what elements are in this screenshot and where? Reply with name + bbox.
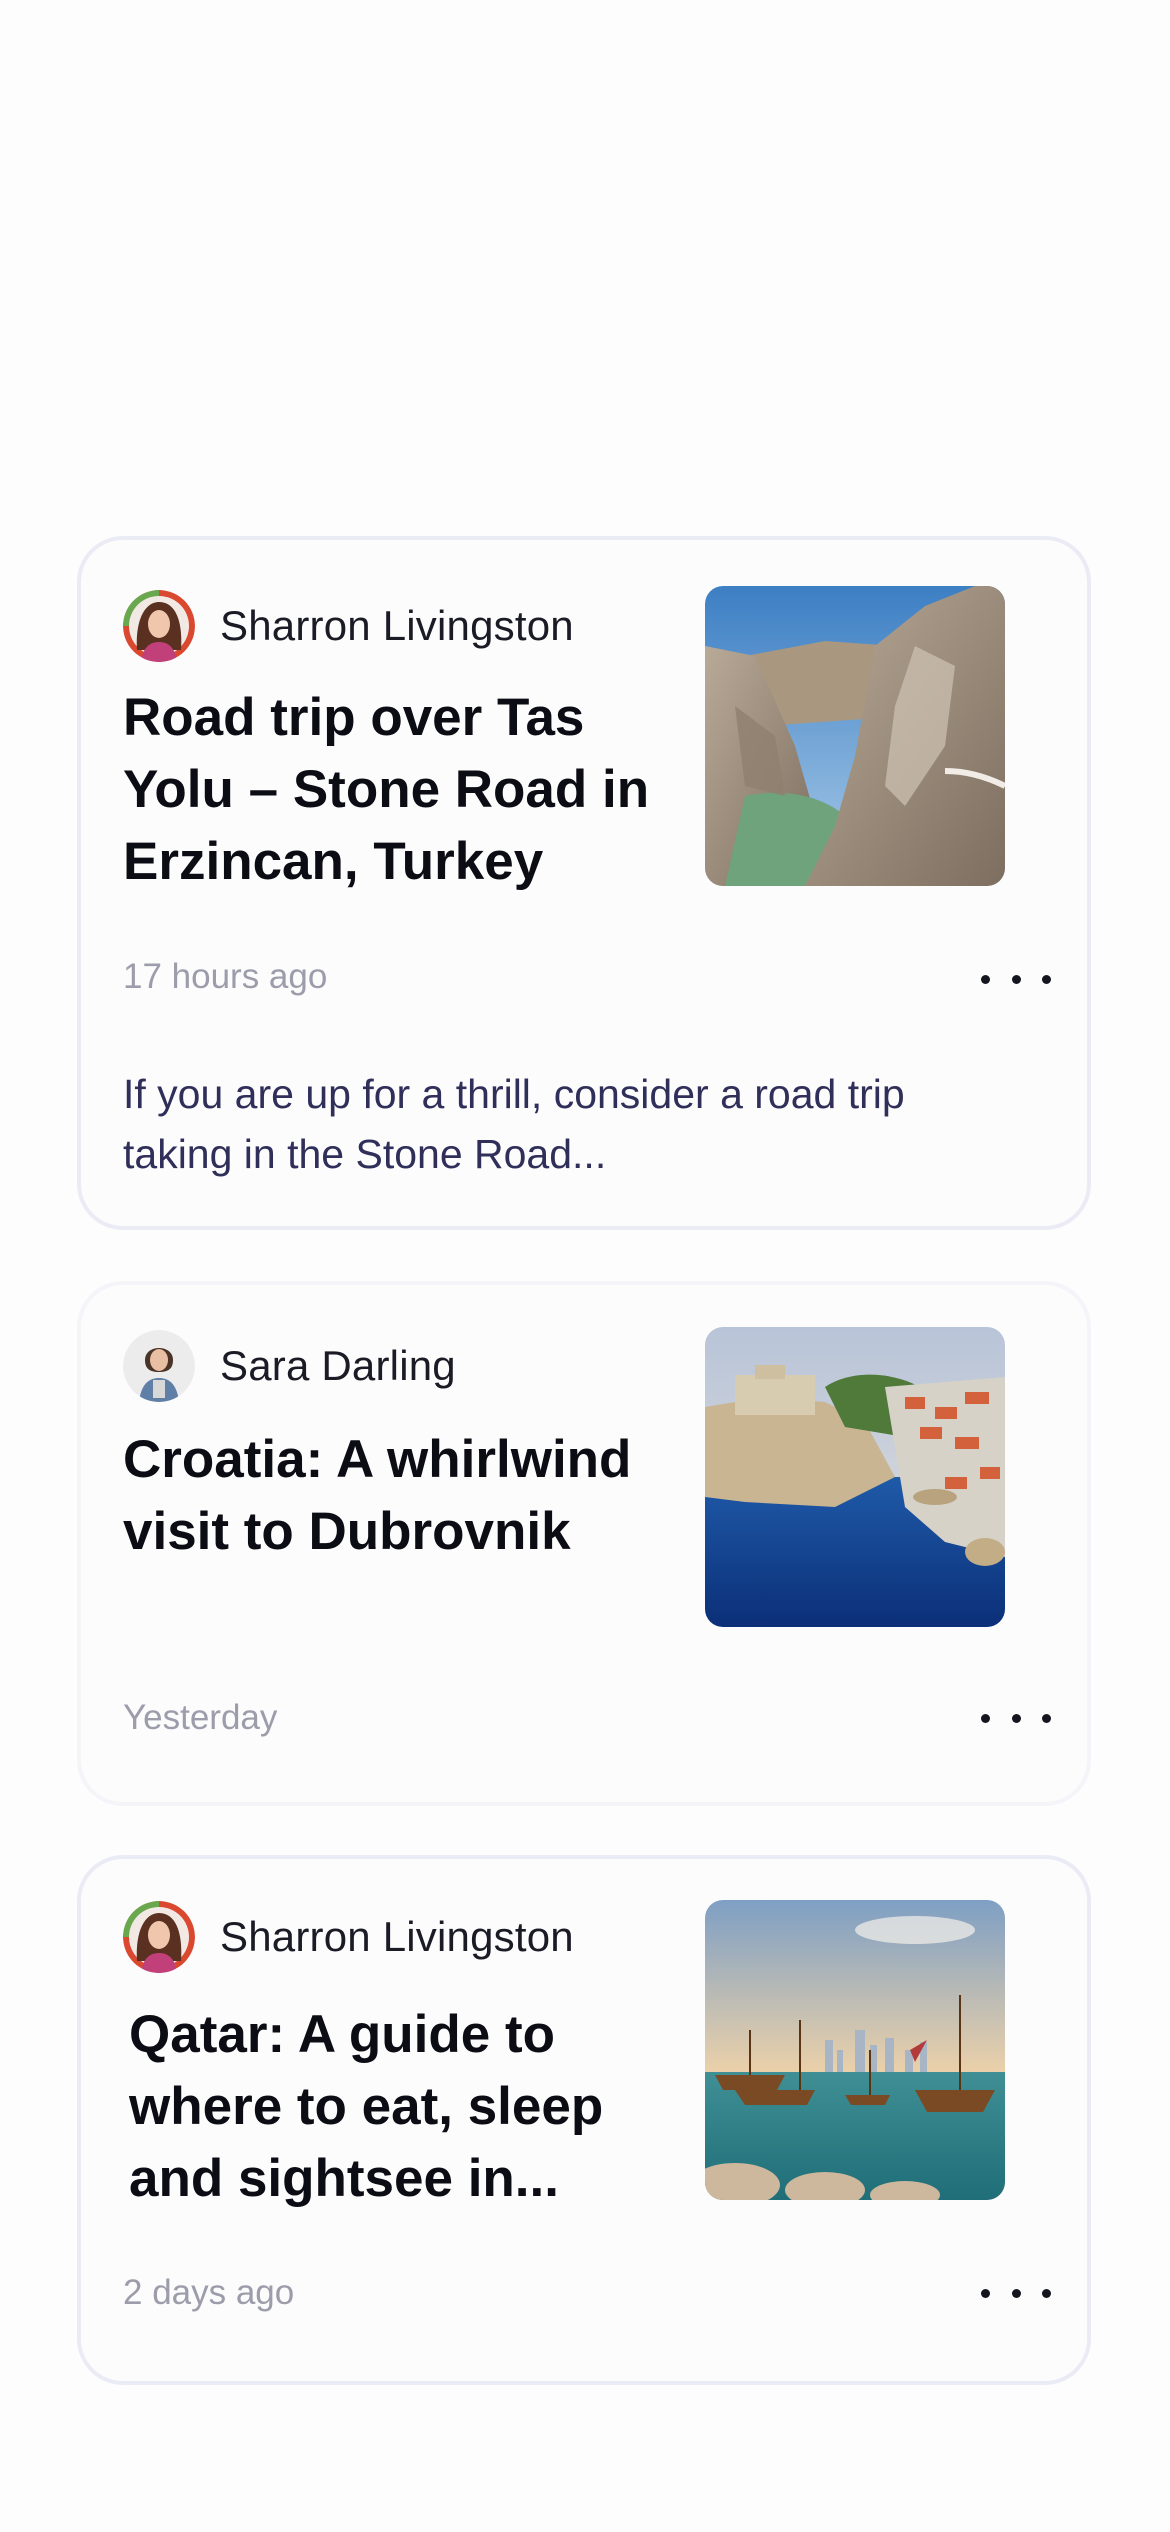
article-card[interactable]: Sara Darling Croatia: A whirlwind visit … — [77, 1281, 1091, 1806]
more-horizontal-icon — [981, 974, 990, 984]
article-timestamp: 17 hours ago — [123, 957, 328, 996]
author-row[interactable]: Sharron Livingston — [123, 590, 574, 662]
author-row[interactable]: Sharron Livingston — [123, 1901, 574, 1973]
author-avatar[interactable] — [123, 1901, 195, 1973]
author-name[interactable]: Sharron Livingston — [220, 602, 574, 650]
author-row[interactable]: Sara Darling — [123, 1330, 456, 1402]
author-avatar[interactable] — [123, 1330, 195, 1402]
article-title[interactable]: Qatar: A guide to where to eat, sleep an… — [129, 1999, 669, 2215]
author-avatar[interactable] — [123, 590, 195, 662]
article-timestamp: Yesterday — [123, 1698, 278, 1737]
more-options-button[interactable] — [981, 1698, 1051, 1738]
more-options-button[interactable] — [981, 2273, 1051, 2313]
article-title[interactable]: Road trip over Tas Yolu – Stone Road in … — [123, 682, 663, 898]
more-horizontal-icon — [981, 2288, 990, 2298]
more-options-button[interactable] — [981, 959, 1051, 999]
more-horizontal-icon — [981, 1713, 990, 1723]
article-feed: Sharron Livingston Road trip over Tas Yo… — [0, 0, 1170, 2532]
author-name[interactable]: Sara Darling — [220, 1342, 456, 1390]
article-thumbnail[interactable] — [705, 1327, 1005, 1627]
article-timestamp: 2 days ago — [123, 2273, 295, 2312]
article-card[interactable]: Sharron Livingston Qatar: A guide to whe… — [77, 1855, 1091, 2385]
article-excerpt[interactable]: If you are up for a thrill, consider a r… — [123, 1064, 1023, 1184]
article-card[interactable]: Sharron Livingston Road trip over Tas Yo… — [77, 536, 1091, 1230]
author-name[interactable]: Sharron Livingston — [220, 1913, 574, 1961]
article-title[interactable]: Croatia: A whirlwind visit to Dubrovnik — [123, 1424, 663, 1568]
article-thumbnail[interactable] — [705, 586, 1005, 886]
article-thumbnail[interactable] — [705, 1900, 1005, 2200]
